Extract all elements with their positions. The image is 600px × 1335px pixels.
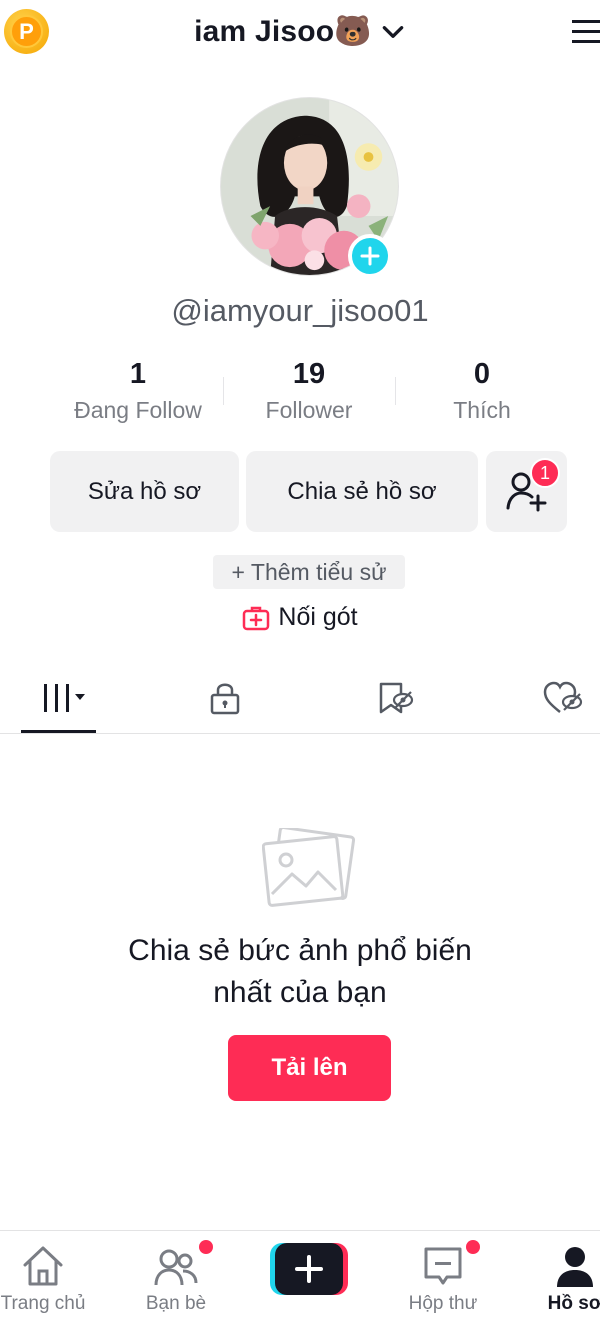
share-profile-button[interactable]: Chia sẻ hồ sơ — [246, 451, 478, 532]
add-bio-button[interactable]: + Thêm tiểu sử — [213, 555, 405, 589]
collab-link-label: Nối gót — [278, 603, 358, 631]
upload-button[interactable]: Tải lên — [228, 1035, 391, 1101]
username: @iamyour_jisoo01 — [171, 293, 429, 328]
nav-profile[interactable]: Hồ sơ — [540, 1231, 600, 1331]
grid-icon — [44, 684, 85, 712]
bookmark-hidden-icon — [379, 682, 414, 714]
following-label: Đang Follow — [74, 397, 202, 423]
nav-profile-label: Hồ sơ — [547, 1293, 600, 1314]
followers-label: Follower — [265, 397, 353, 423]
stat-following[interactable]: 1 Đang Follow — [53, 357, 223, 424]
tab-videos[interactable] — [24, 678, 94, 718]
empty-state-message: Chia sẻ bức ảnh phổ biến nhất của bạn — [0, 930, 600, 1014]
stat-followers[interactable]: 19 Follower — [224, 357, 394, 424]
likes-label: Thích — [453, 397, 511, 423]
active-tab-indicator — [21, 730, 96, 733]
profile-icon — [557, 1247, 593, 1287]
content-tabs — [0, 668, 600, 734]
inbox-icon — [424, 1247, 462, 1285]
account-title: iam Jisoo🐻 — [194, 15, 372, 48]
friends-notification-dot — [199, 1240, 213, 1254]
tab-saved[interactable] — [370, 678, 420, 718]
heart-hidden-icon — [543, 681, 583, 713]
empty-state-line2: nhất của bạn — [213, 976, 387, 1009]
menu-icon[interactable] — [570, 18, 600, 46]
home-icon — [23, 1246, 63, 1286]
add-link-icon — [243, 606, 270, 630]
tab-private[interactable] — [200, 678, 250, 718]
edit-profile-button[interactable]: Sửa hồ sơ — [50, 451, 239, 532]
photo-icon — [262, 828, 356, 907]
top-bar: P iam Jisoo🐻 — [0, 0, 600, 70]
likes-count: 0 — [473, 358, 491, 390]
add-avatar-button[interactable] — [348, 234, 392, 278]
followers-count: 19 — [292, 358, 326, 390]
stat-likes[interactable]: 0 Thích — [397, 357, 567, 424]
nav-home[interactable]: Trang chủ — [0, 1231, 86, 1331]
nav-friends-label: Bạn bè — [145, 1293, 207, 1314]
nav-inbox-label: Hộp thư — [408, 1293, 478, 1314]
chevron-down-icon — [382, 25, 404, 38]
create-button[interactable] — [270, 1243, 348, 1295]
following-count: 1 — [129, 358, 147, 390]
inbox-notification-dot — [466, 1240, 480, 1254]
plus-icon — [360, 246, 380, 266]
friend-request-badge: 1 — [530, 458, 560, 488]
stat-divider — [395, 377, 396, 405]
empty-state-line1: Chia sẻ bức ảnh phổ biến — [128, 934, 472, 967]
tab-liked[interactable] — [538, 678, 588, 718]
collab-link[interactable]: Nối gót — [0, 603, 600, 632]
lock-icon — [210, 683, 240, 715]
nav-home-label: Trang chủ — [0, 1293, 86, 1314]
friends-icon — [154, 1249, 198, 1286]
account-switcher[interactable]: iam Jisoo🐻 — [0, 14, 600, 49]
